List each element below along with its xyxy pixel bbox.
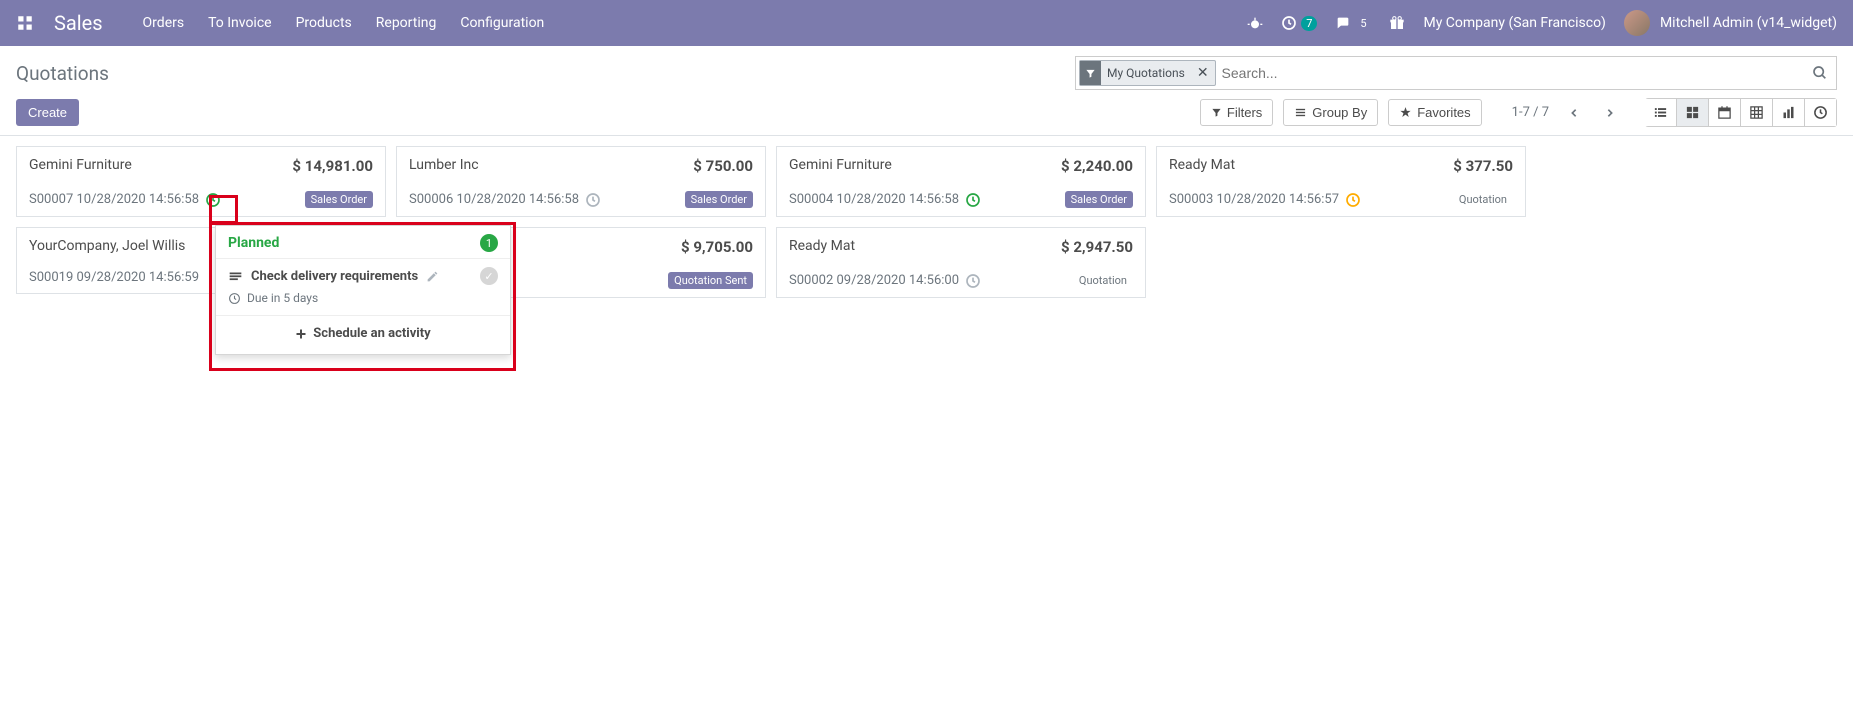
user-name-label: Mitchell Admin (v14_widget) [1660,15,1837,31]
avatar [1624,10,1650,36]
activity-clock-icon[interactable] [205,192,221,208]
search-bar[interactable]: My Quotations ✕ [1075,56,1837,90]
pager-value[interactable]: 1-7 / 7 [1512,105,1549,120]
card-customer: Ready Mat [789,238,855,254]
facet-remove[interactable]: ✕ [1191,65,1215,81]
apps-icon[interactable] [16,14,54,32]
activity-systray[interactable]: 7 [1281,15,1317,31]
nav-links: Orders To Invoice Products Reporting Con… [143,15,545,31]
filters-button[interactable]: Filters [1200,99,1273,126]
kanban-card[interactable]: Ready Mat $ 377.50 S00003 10/28/2020 14:56… [1156,146,1526,217]
search-input[interactable] [1216,57,1812,89]
schedule-label-text: Schedule an activity [313,326,430,341]
planned-count: 1 [480,234,498,252]
card-ref: S00007 10/28/2020 14:56:58 [29,192,199,207]
groupby-button[interactable]: Group By [1283,99,1378,126]
state-badge: Quotation [1073,272,1133,289]
view-kanban[interactable] [1676,98,1709,127]
breadcrumb: Quotations [16,62,109,85]
view-list[interactable] [1645,98,1677,127]
view-pivot[interactable] [1740,98,1773,127]
view-graph[interactable] [1772,98,1805,127]
facet-label: My Quotations [1101,66,1191,80]
card-customer: Lumber Inc [409,157,479,173]
kanban-card[interactable]: Ready Mat $ 2,947.50 S00002 09/28/2020 14:… [776,227,1146,298]
state-badge: Sales Order [685,191,753,208]
activity-badge: 7 [1301,16,1317,31]
nav-to-invoice[interactable]: To Invoice [208,15,272,31]
view-activity[interactable] [1804,98,1837,127]
card-ref: S00006 10/28/2020 14:56:58 [409,192,579,207]
nav-products[interactable]: Products [296,15,352,31]
state-badge: Sales Order [1065,191,1133,208]
view-calendar[interactable] [1708,98,1741,127]
card-customer: Gemini Furniture [29,157,132,173]
activity-clock-icon[interactable] [965,273,981,289]
bug-icon[interactable] [1247,15,1263,31]
card-ref: S00004 10/28/2020 14:56:58 [789,192,959,207]
favorites-button[interactable]: Favorites [1388,99,1481,126]
filters-label: Filters [1227,105,1262,120]
nav-configuration[interactable]: Configuration [460,15,544,31]
view-switcher [1645,98,1837,127]
card-amount: $ 9,705.00 [681,238,753,256]
filter-icon [1080,61,1101,85]
activity-type-icon [228,269,243,283]
planned-label: Planned [228,235,279,251]
card-ref: S00019 09/28/2020 14:56:59 [29,270,199,285]
kanban-card[interactable]: Gemini Furniture $ 14,981.00 S00007 10/28/… [16,146,386,217]
state-badge: Sales Order [305,191,373,208]
pager-next[interactable] [1599,102,1621,124]
nav-reporting[interactable]: Reporting [376,15,437,31]
user-menu[interactable]: Mitchell Admin (v14_widget) [1624,10,1837,36]
pager: 1-7 / 7 [1512,102,1621,124]
card-amount: $ 750.00 [693,157,753,175]
mark-done-icon[interactable]: ✓ [480,267,498,285]
nav-orders[interactable]: Orders [143,15,185,31]
due-label: Due in 5 days [247,291,318,305]
search-facet: My Quotations ✕ [1079,60,1216,86]
card-amount: $ 14,981.00 [292,157,373,175]
app-brand[interactable]: Sales [54,11,103,35]
activity-clock-icon[interactable] [1345,192,1361,208]
discuss-systray[interactable]: 5 [1335,15,1371,31]
company-switcher[interactable]: My Company (San Francisco) [1423,15,1605,31]
search-icon[interactable] [1812,65,1828,81]
edit-icon[interactable] [426,270,439,283]
discuss-badge: 5 [1355,16,1371,31]
activity-title[interactable]: Check delivery requirements [251,269,418,284]
activity-popover: Planned 1 Check delivery requirements ✓ … [215,225,511,355]
pager-prev[interactable] [1563,102,1585,124]
state-badge: Quotation Sent [668,272,753,289]
activity-clock-icon[interactable] [585,192,601,208]
clock-icon [228,292,241,305]
activity-clock-icon[interactable] [965,192,981,208]
card-customer: YourCompany, Joel Willis [29,238,185,254]
create-button[interactable]: Create [16,99,79,126]
gift-icon[interactable] [1389,15,1405,31]
schedule-activity-button[interactable]: Schedule an activity [216,316,510,354]
groupby-label: Group By [1312,105,1367,120]
card-customer: Gemini Furniture [789,157,892,173]
control-panel: Quotations My Quotations ✕ Create Filter… [0,46,1853,136]
kanban-card[interactable]: Lumber Inc $ 750.00 S00006 10/28/2020 14:5… [396,146,766,217]
card-ref: S00002 09/28/2020 14:56:00 [789,273,959,288]
state-badge: Quotation [1453,191,1513,208]
top-navbar: Sales Orders To Invoice Products Reporti… [0,0,1853,46]
card-amount: $ 2,240.00 [1061,157,1133,175]
kanban-card[interactable]: Gemini Furniture $ 2,240.00 S00004 10/28/2… [776,146,1146,217]
card-amount: $ 2,947.50 [1061,238,1133,256]
card-amount: $ 377.50 [1453,157,1513,175]
favorites-label: Favorites [1417,105,1470,120]
card-ref: S00003 10/28/2020 14:56:57 [1169,192,1339,207]
card-customer: Ready Mat [1169,157,1235,173]
